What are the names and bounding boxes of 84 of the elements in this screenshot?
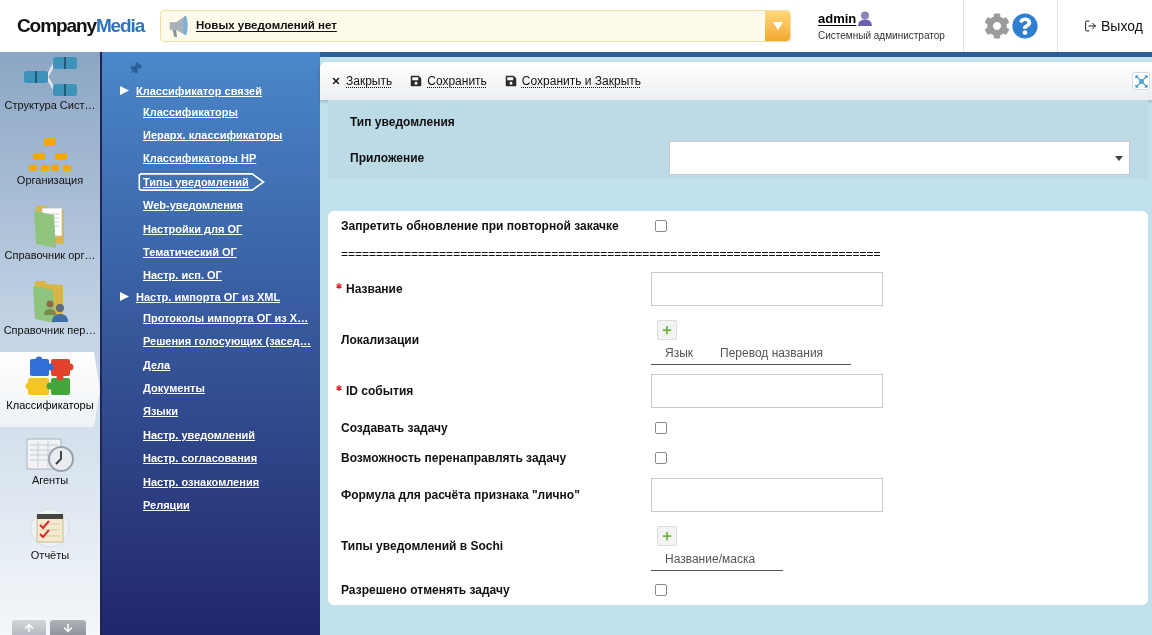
settings-button[interactable] — [983, 13, 1010, 39]
submenu-link[interactable]: Настройки для ОГ — [143, 219, 243, 238]
caret-down-icon — [1115, 155, 1123, 161]
help-button[interactable] — [1011, 13, 1038, 39]
checkbox[interactable] — [655, 220, 667, 232]
expand-arrows-icon — [1134, 74, 1148, 88]
submenu-link[interactable]: Решения голосующих (засед… — [143, 332, 311, 351]
connected-blocks-icon — [23, 54, 77, 98]
scroll-down-button[interactable] — [50, 620, 86, 635]
column-header: Название/маска — [664, 551, 757, 568]
nav-item[interactable]: Справочник орг… — [0, 202, 100, 277]
checkbox[interactable] — [655, 452, 667, 464]
text-field[interactable] — [651, 478, 883, 512]
text-field[interactable] — [651, 374, 883, 408]
field-label: Создавать задачу — [341, 420, 448, 437]
submenu-link[interactable]: Классификатор связей — [136, 81, 262, 100]
field-label: Типы уведомлений в Sochi — [341, 538, 504, 555]
nav-item[interactable]: Отчёты — [0, 502, 100, 577]
submenu-link[interactable]: Иерарх. классификаторы — [143, 126, 283, 145]
submenu-link[interactable]: Реляции — [143, 495, 190, 514]
column-header: Перевод названия — [719, 345, 825, 362]
submenu-link[interactable]: Классификаторы НР — [143, 149, 257, 168]
triangle-icon — [120, 86, 129, 95]
submenu-link[interactable]: Web-уведомления — [143, 196, 243, 215]
submenu-link[interactable]: Типы уведомлений — [138, 172, 265, 191]
plus-icon — [661, 324, 673, 336]
settings-icon — [983, 13, 1010, 39]
field-label: Запретить обновление при повторной закачке — [341, 218, 619, 235]
select-field[interactable] — [669, 141, 1130, 175]
submenu-link[interactable]: Тематический ОГ — [143, 243, 237, 262]
checkbox[interactable] — [655, 422, 667, 434]
separator-line-text: ============================================================================= — [341, 246, 881, 263]
section-title: Тип уведомления — [350, 114, 455, 131]
field-label: Локализации — [341, 332, 420, 349]
submenu-link[interactable]: Дела — [143, 355, 171, 374]
submenu-link[interactable]: Настр. импорта ОГ из XML — [136, 287, 281, 306]
field-label: ID события — [346, 383, 414, 400]
logo: CompanyMedia — [17, 14, 145, 36]
nav-item[interactable]: Агенты — [0, 427, 100, 502]
field-label: Возможность перенаправлять задачу — [341, 450, 567, 467]
arrow-up-icon — [23, 622, 35, 634]
submenu-link[interactable]: Языки — [143, 402, 179, 421]
nav-item[interactable]: Классификаторы — [0, 352, 100, 427]
field-label: Название — [346, 281, 403, 298]
nav-item[interactable]: Организация — [0, 127, 100, 202]
fullscreen-button[interactable] — [1132, 72, 1150, 90]
caret-down-icon — [772, 22, 783, 30]
submenu-link[interactable]: Документы — [143, 379, 205, 397]
submenu-link[interactable]: Классификаторы — [143, 102, 238, 121]
org-chart-icon — [29, 137, 71, 173]
checkbox[interactable] — [655, 584, 667, 596]
submenu-link[interactable]: Протоколы импорта ОГ из Х… — [143, 308, 309, 327]
document-clock-icon — [26, 437, 74, 473]
nav-item[interactable]: Структура Сист… — [0, 52, 100, 127]
arrow-down-icon — [62, 622, 74, 634]
submenu-link[interactable]: Настр. согласования — [143, 449, 258, 468]
close-button[interactable]: Закрыть — [331, 72, 393, 90]
help-icon — [1011, 13, 1038, 39]
field-label: Приложение — [350, 150, 426, 167]
text-field[interactable] — [651, 272, 883, 306]
scroll-up-button[interactable] — [12, 620, 46, 635]
puzzle-icon — [24, 356, 76, 398]
user-name-link[interactable]: admin — [818, 10, 857, 27]
save-button[interactable]: Сохранить — [410, 72, 487, 90]
notification-dropdown-button[interactable] — [765, 11, 790, 41]
notepad-checklist-icon — [30, 508, 70, 548]
user-silhouette-icon — [858, 11, 873, 26]
add-button[interactable] — [657, 526, 677, 546]
save-button[interactable]: Сохранить и Закрыть — [504, 72, 642, 90]
close-icon — [331, 76, 341, 86]
submenu-link[interactable]: Настр. ознакомления — [143, 472, 260, 491]
submenu-link[interactable]: Настр. уведомлений — [143, 425, 256, 444]
user-role: Системный администратор — [818, 28, 946, 42]
column-header: Язык — [664, 345, 695, 362]
triangle-icon — [120, 292, 129, 302]
add-button[interactable] — [657, 320, 677, 340]
logout-button[interactable]: Выход — [1084, 15, 1143, 37]
field-label: Формула для расчёта признака "лично" — [341, 487, 580, 504]
logout-icon — [1084, 19, 1097, 33]
nav-item[interactable]: Справочник пер… — [0, 277, 100, 352]
submenu-link[interactable]: Настр. исп. ОГ — [143, 266, 222, 285]
plus-icon — [661, 530, 673, 542]
notification-link[interactable]: Новых уведомлений нет — [196, 17, 337, 35]
field-label: Разрешено отменять задачу — [341, 582, 510, 599]
